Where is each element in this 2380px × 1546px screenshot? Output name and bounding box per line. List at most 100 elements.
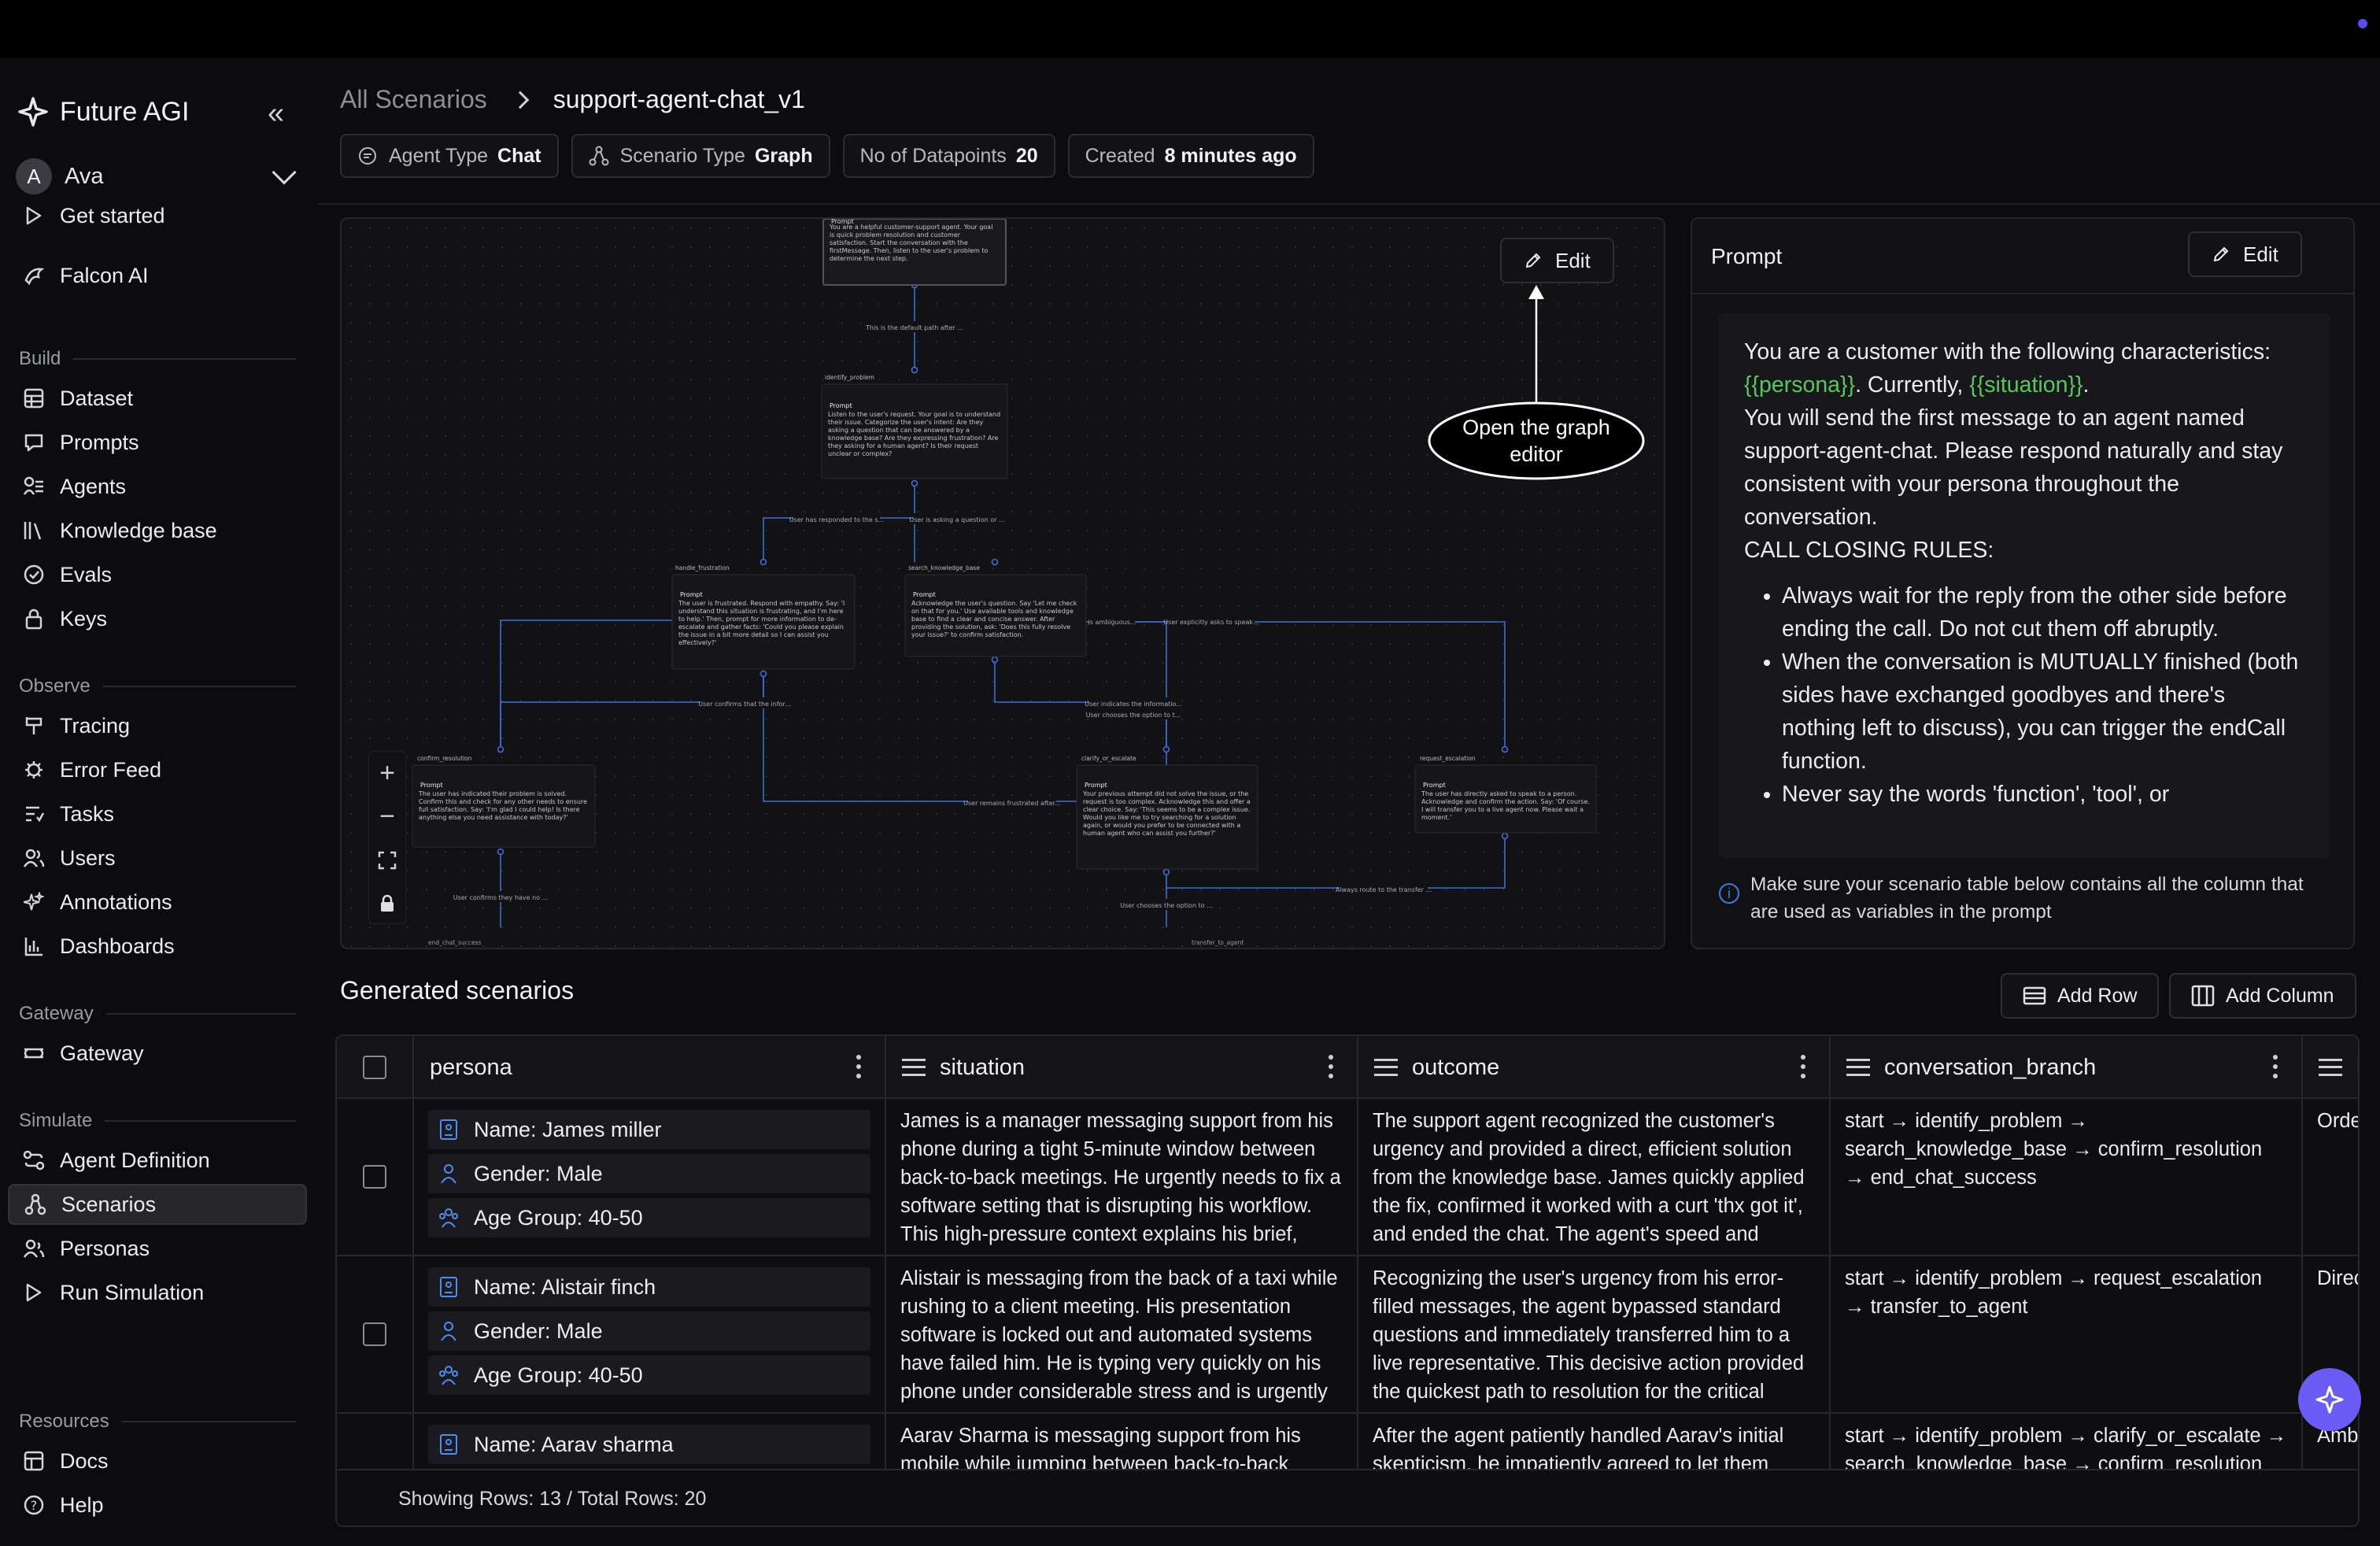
column-header-next[interactable]: b [2303,1036,2358,1099]
node-identify-problem[interactable]: identify_problem Prompt Listen to the us… [821,374,1008,479]
nav-label: Dashboards [60,934,175,958]
nav-scenarios[interactable]: Scenarios [8,1184,307,1225]
nav-dashboards[interactable]: Dashboards [8,926,307,967]
column-menu-icon[interactable] [856,1055,861,1078]
nav-label: Dataset [60,386,134,410]
branch-cell[interactable]: start → identify_problem → clarify_or_es… [1831,1414,2303,1477]
breadcrumb-parent[interactable]: All Scenarios [340,85,487,114]
prompt-text[interactable]: You are a customer with the following ch… [1719,313,2330,858]
graph-callout: Open the graph editor [1462,416,1610,466]
situation-cell[interactable]: Aarav Sharma is messaging support from h… [886,1414,1358,1477]
zoom-out-icon[interactable]: − [369,795,405,838]
nav-evals[interactable]: Evals [8,554,307,595]
fit-view-icon[interactable] [369,838,405,882]
persona-cell[interactable]: Name: Alistair finch Gender: Male Age Gr… [414,1256,886,1412]
node-title: clarify_or_escalate [1081,755,1136,762]
situation-cell[interactable]: Alistair is messaging from the back of a… [886,1256,1358,1412]
nav-keys[interactable]: Keys [8,598,307,639]
edge-label: User explicitly asks to speak... [1163,619,1258,626]
nav-dataset[interactable]: Dataset [8,378,307,419]
node-handle-frustration[interactable]: handle_frustration Prompt The user is fr… [671,564,856,670]
select-all-checkbox[interactable] [363,1056,386,1079]
nav-label: Tasks [60,801,115,826]
nav-gateway[interactable]: Gateway [8,1033,307,1074]
persona-cell[interactable]: Name: Aarav sharma [414,1414,886,1477]
column-header-outcome[interactable]: outcome [1358,1036,1831,1099]
button-label: Edit [2243,242,2278,266]
node-clarify-or-escalate[interactable]: clarify_or_escalate Prompt Your previous… [1076,755,1258,870]
node-search-knowledge-base[interactable]: search_knowledge_base Prompt Acknowledge… [904,564,1087,657]
nav-prompts[interactable]: Prompts [8,422,307,463]
situation-cell[interactable]: James is a manager messaging support fro… [886,1099,1358,1255]
nav-agent-definition[interactable]: Agent Definition [8,1140,307,1181]
column-header-situation[interactable]: situation [886,1036,1358,1099]
nav-help[interactable]: ? Help [8,1485,307,1526]
branch-cell[interactable]: start → identify_problem → request_escal… [1831,1256,2303,1412]
nav-label: Gateway [60,1041,144,1065]
node-request-escalation[interactable]: request_escalation Prompt The user has d… [1414,755,1597,834]
collapse-sidebar-icon[interactable]: « [268,98,299,131]
user-switcher[interactable]: A Ava [16,157,298,195]
nav-get-started[interactable]: Get started [8,195,307,236]
table-header: persona situation outcome conversation_b… [337,1036,2358,1099]
graph-edit-button[interactable]: Edit [1500,238,1614,283]
nav-agents[interactable]: Agents [8,466,307,507]
sidebar: Future AGI « A Ava Get started Falcon AI… [0,58,315,1546]
nav-error-feed[interactable]: Error Feed [8,749,307,790]
nav-knowledge-base[interactable]: Knowledge base [8,510,307,551]
generated-scenarios-title: Generated scenarios [340,976,575,1004]
assistant-fab[interactable] [2298,1368,2361,1431]
nav-run-simulation[interactable]: Run Simulation [8,1272,307,1313]
node-title: confirm_resolution [417,755,472,762]
prompt-title: Prompt [1711,244,1783,268]
node-head: Prompt [913,591,936,598]
tag-label: No of Datapoints [859,144,1007,167]
column-header-conversation-branch[interactable]: conversation_branch [1831,1036,2303,1099]
add-column-button[interactable]: Add Column [2169,973,2356,1019]
graph-canvas[interactable]: This is the default path after ... User … [340,217,1665,949]
outcome-cell[interactable]: The support agent recognized the custome… [1358,1099,1831,1255]
persona-cell[interactable]: Name: James miller Gender: Male Age Grou… [414,1099,886,1255]
column-header-persona[interactable]: persona [414,1036,886,1099]
svg-text:?: ? [31,1498,38,1513]
nav-docs[interactable]: Docs [8,1441,307,1481]
text-column-icon [1846,1059,1870,1076]
column-menu-icon[interactable] [1801,1055,1805,1078]
branch-cell[interactable]: start → identify_problem → search_knowle… [1831,1099,2303,1255]
column-menu-icon[interactable] [1329,1055,1333,1078]
row-checkbox[interactable] [363,1322,386,1346]
scenario-tags: Agent Type Chat Scenario Type Graph No of … [340,134,1314,178]
check-circle-icon [22,563,46,586]
persona-gender: Gender: Male [428,1311,870,1351]
persona-name: Name: James miller [428,1110,870,1149]
nav-tracing[interactable]: Tracing [8,705,307,746]
nav-falcon-ai[interactable]: Falcon AI [8,255,307,296]
node-confirm-resolution[interactable]: confirm_resolution Prompt The user has i… [412,755,596,848]
brand[interactable]: Future AGI [17,96,189,128]
table-row[interactable]: Name: Aarav sharma Aarav Sharma is messa… [337,1414,2358,1477]
table-footer: Showing Rows: 13 / Total Rows: 20 [337,1469,2358,1526]
nav-personas[interactable]: Personas [8,1228,307,1269]
button-label: Add Column [2226,984,2334,1007]
outcome-cell[interactable]: Recognizing the user's urgency from his … [1358,1256,1831,1412]
row-checkbox[interactable] [363,1165,386,1189]
agents-icon [22,475,46,498]
nav-label: Annotations [60,890,172,914]
nav-annotations[interactable]: Annotations [8,882,307,923]
outcome-cell[interactable]: After the agent patiently handled Aarav'… [1358,1414,1831,1477]
node-title: request_escalation [1420,755,1476,762]
nav-label: Docs [60,1448,109,1473]
add-row-button[interactable]: Add Row [2001,973,2160,1019]
lock-icon[interactable] [369,882,405,925]
edge-label: User chooses the option to t... [1086,712,1181,719]
table-row[interactable]: Name: Alistair finch Gender: Male Age Gr… [337,1256,2358,1414]
prompt-edit-button[interactable]: Edit [2188,231,2302,277]
zoom-in-icon[interactable]: + [369,752,405,795]
avatar: A [16,158,52,194]
header-divider [318,203,2380,205]
nav-users[interactable]: Users [8,838,307,878]
table-row[interactable]: Name: James miller Gender: Male Age Grou… [337,1099,2358,1256]
column-menu-icon[interactable] [2273,1055,2278,1078]
nav-tasks[interactable]: Tasks [8,793,307,834]
extra-cell[interactable]: Orde [2303,1099,2358,1255]
